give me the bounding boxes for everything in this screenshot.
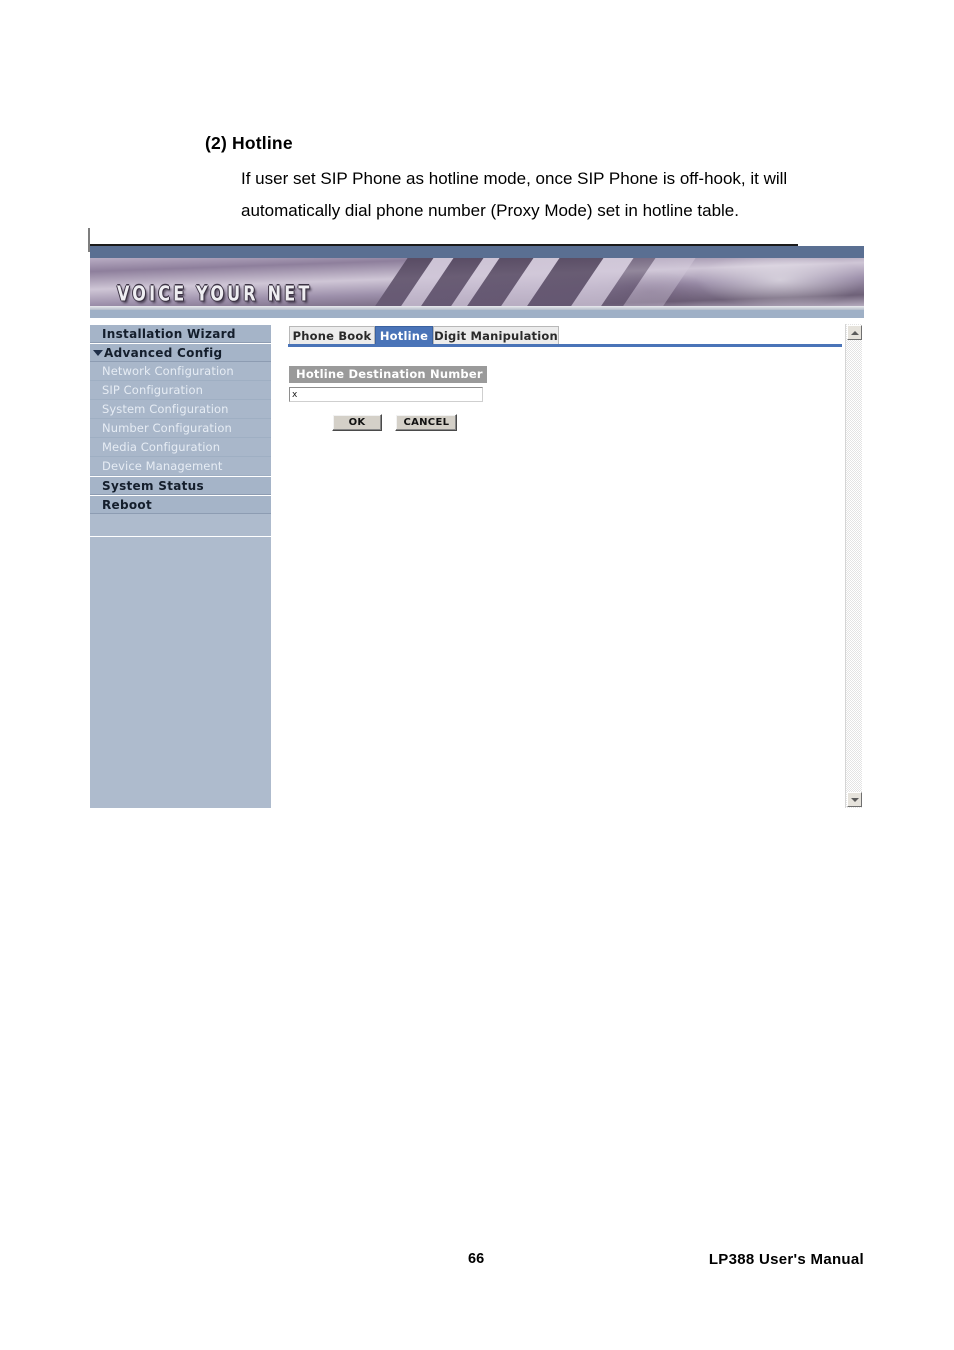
footer-page-number: 66 [468, 1251, 485, 1267]
content-pane: Phone Book Hotline Digit Manipulation Ho… [272, 324, 864, 808]
scroll-down-button[interactable] [847, 792, 862, 807]
sidebar-item-label: System Status [102, 479, 204, 493]
app-banner: VOICE YOUR NET [90, 246, 864, 318]
sidebar-item-reboot[interactable]: Reboot [90, 495, 271, 514]
sidebar-item-system-configuration[interactable]: System Configuration [90, 400, 271, 419]
cancel-button[interactable]: CANCEL [395, 414, 458, 431]
tab-phone-book[interactable]: Phone Book [289, 326, 375, 344]
capture-bottom-margin [90, 808, 864, 811]
sidebar-item-sip-configuration[interactable]: SIP Configuration [90, 381, 271, 400]
sidebar-item-network-configuration[interactable]: Network Configuration [90, 362, 271, 381]
sidebar-item-media-configuration[interactable]: Media Configuration [90, 438, 271, 457]
tab-strip: Phone Book Hotline Digit Manipulation [272, 324, 842, 347]
section-heading: (2) Hotline [205, 133, 293, 153]
banner-logo-text: VOICE YOUR NET [117, 281, 313, 306]
sidebar-item-device-management[interactable]: Device Management [90, 457, 271, 476]
form-button-row: OK CANCEL [332, 414, 458, 432]
capture-top-margin [88, 228, 866, 244]
sidebar-item-label: Device Management [102, 459, 223, 473]
sidebar-item-label: Installation Wizard [102, 327, 236, 341]
sidebar-item-number-configuration[interactable]: Number Configuration [90, 419, 271, 438]
scroll-up-button[interactable] [847, 325, 862, 340]
banner-artwork: VOICE YOUR NET [90, 258, 864, 306]
sidebar-item-system-status[interactable]: System Status [90, 476, 271, 495]
banner-top-strip [90, 246, 864, 258]
hotline-destination-input[interactable] [289, 387, 483, 402]
tab-label: Phone Book [292, 329, 372, 343]
sidebar-item-label: Advanced Config [104, 346, 223, 360]
footer-manual-title: LP388 User's Manual [708, 1251, 864, 1268]
sidebar-empty-area [90, 536, 271, 808]
tab-underline [288, 344, 842, 347]
vertical-scrollbar[interactable] [845, 324, 862, 808]
tab-label: Digit Manipulation [434, 329, 558, 343]
tab-hotline[interactable]: Hotline [375, 326, 433, 344]
application-screenshot: VOICE YOUR NET Installation Wizard Advan… [88, 228, 866, 811]
sidebar-item-label: Network Configuration [102, 364, 234, 378]
section-body-text: If user set SIP Phone as hotline mode, o… [241, 169, 788, 220]
ok-button[interactable]: OK [332, 414, 382, 431]
chevron-down-icon [93, 349, 103, 356]
sidebar-item-label: Media Configuration [102, 440, 221, 454]
sidebar-nav: Installation Wizard Advanced Config Netw… [90, 324, 272, 808]
form-section-header: Hotline Destination Number [289, 366, 487, 383]
sidebar-item-label: System Configuration [102, 402, 229, 416]
sidebar-item-label: Number Configuration [102, 421, 232, 435]
chevron-up-icon [850, 330, 859, 335]
tab-label: Hotline [379, 329, 429, 343]
sidebar-item-installation-wizard[interactable]: Installation Wizard [90, 324, 271, 343]
sidebar-item-label: Reboot [102, 498, 152, 512]
tab-digit-manipulation[interactable]: Digit Manipulation [433, 326, 559, 344]
sidebar-item-label: SIP Configuration [102, 383, 203, 397]
sidebar-item-advanced-config[interactable]: Advanced Config [90, 343, 271, 362]
chevron-down-icon [850, 797, 859, 802]
